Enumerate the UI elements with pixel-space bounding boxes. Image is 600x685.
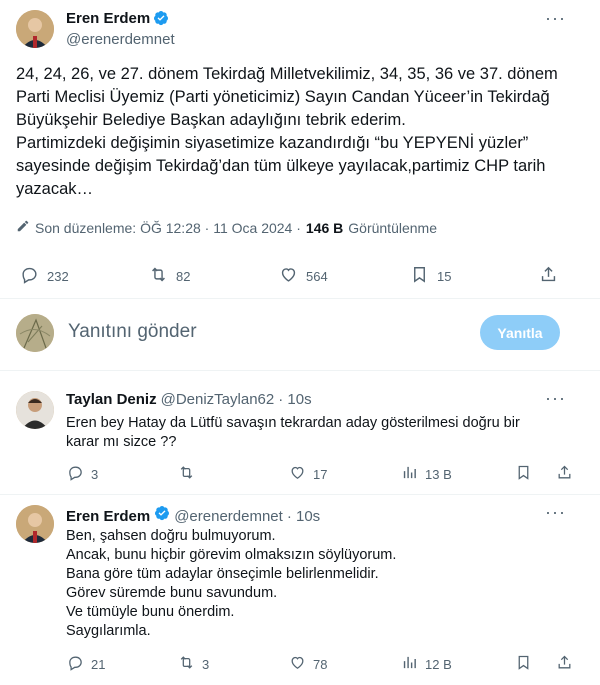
reply-avatar[interactable] [16, 391, 54, 429]
bookmark-icon [515, 654, 532, 674]
divider [0, 370, 600, 371]
reply-time[interactable]: · 10s [278, 391, 311, 408]
views-action[interactable]: 13 B [401, 464, 452, 484]
divider [0, 494, 600, 495]
like-count: 17 [313, 466, 328, 482]
more-options-icon[interactable]: ··· [545, 502, 566, 523]
retweet-icon [149, 265, 168, 287]
user-avatar[interactable] [16, 314, 54, 352]
share-action[interactable] [539, 265, 558, 287]
reply-author-handle[interactable]: @DenizTaylan62 [161, 391, 275, 408]
reply-compose-input[interactable]: Yanıtını gönder [68, 321, 197, 343]
bookmark-icon [515, 464, 532, 484]
author-handle[interactable]: @erenerdemnet [66, 31, 175, 48]
reply-icon [20, 265, 39, 287]
author-name[interactable]: Eren Erdem [66, 10, 150, 27]
reply-action[interactable]: 3 [67, 464, 98, 484]
share-icon [556, 464, 573, 484]
like-count: 78 [313, 656, 328, 672]
bookmark-action[interactable]: 15 [410, 265, 451, 287]
reply-button[interactable]: Yanıtla [480, 315, 560, 350]
reply-count: 3 [91, 466, 99, 482]
bookmark-count: 15 [437, 268, 452, 284]
views-icon [401, 464, 418, 484]
like-count: 564 [306, 268, 328, 284]
bookmark-action[interactable] [515, 464, 532, 484]
retweet-icon [178, 464, 195, 484]
retweet-count: 3 [202, 656, 210, 672]
share-icon [556, 654, 573, 674]
reply-action[interactable]: 21 [67, 654, 105, 674]
reply-icon [67, 654, 84, 674]
share-action[interactable] [556, 464, 573, 484]
views-icon [401, 654, 418, 674]
more-options-icon[interactable]: ··· [545, 8, 566, 29]
views-action[interactable]: 12 B [401, 654, 452, 674]
divider [0, 298, 600, 299]
reply-action[interactable]: 232 [20, 265, 69, 287]
reply-author-name[interactable]: Eren Erdem [66, 508, 150, 525]
more-options-icon[interactable]: ··· [545, 388, 566, 409]
retweet-count: 82 [176, 268, 191, 284]
verified-icon [154, 505, 170, 526]
bookmark-action[interactable] [515, 654, 532, 674]
reply-text: Ben, şahsen doğru bulmuyorum. Ancak, bun… [66, 528, 397, 639]
like-action[interactable]: 564 [279, 265, 328, 287]
verified-icon [153, 10, 169, 31]
reply-icon [67, 464, 84, 484]
views-count: 146 B [305, 219, 344, 236]
retweet-action[interactable]: 82 [149, 265, 190, 287]
edit-pencil-icon [16, 219, 30, 236]
views-count: 13 B [425, 466, 452, 482]
author-avatar[interactable] [16, 10, 54, 48]
retweet-action[interactable] [178, 464, 202, 484]
share-action[interactable] [556, 654, 573, 674]
like-action[interactable]: 78 [289, 654, 327, 674]
views-label: Görüntülenme [348, 219, 437, 236]
tweet-text: 24, 24, 26, ve 27. dönem Tekirdağ Millet… [16, 65, 558, 198]
reply-text: Eren bey Hatay da Lütfü savaşın tekrarda… [66, 415, 520, 450]
reply-author-handle[interactable]: @erenerdemnet [174, 508, 283, 525]
retweet-icon [178, 654, 195, 674]
reply-author-name[interactable]: Taylan Deniz [66, 391, 157, 408]
heart-icon [279, 265, 298, 287]
bookmark-icon [410, 265, 429, 287]
share-icon [539, 265, 558, 287]
reply-time[interactable]: · 10s [287, 508, 320, 525]
heart-icon [289, 654, 306, 674]
reply-count: 21 [91, 656, 106, 672]
edited-timestamp[interactable]: Son düzenleme: ÖĞ 12:28 · 11 Oca 2024 · [35, 220, 301, 236]
views-count: 12 B [425, 656, 452, 672]
retweet-action[interactable]: 3 [178, 654, 209, 674]
reply-avatar[interactable] [16, 505, 54, 543]
reply-count: 232 [47, 268, 69, 284]
heart-icon [289, 464, 306, 484]
like-action[interactable]: 17 [289, 464, 327, 484]
